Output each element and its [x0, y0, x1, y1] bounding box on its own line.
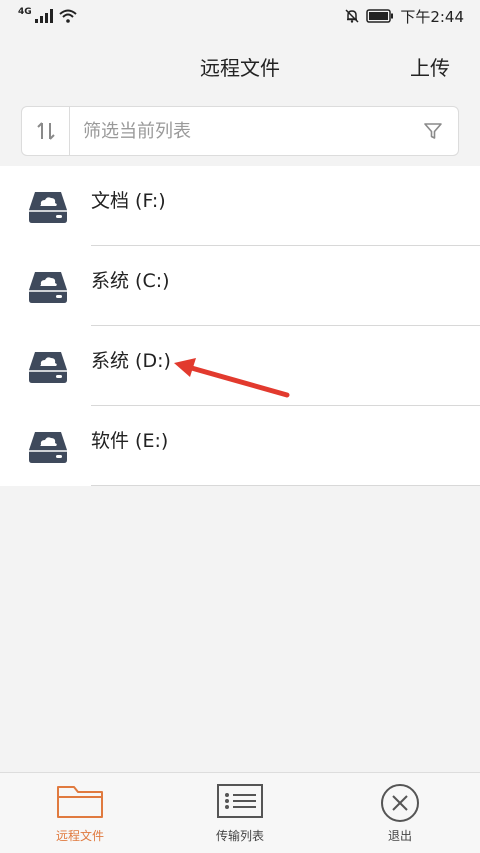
drive-icon [29, 352, 67, 383]
filter-box [21, 106, 459, 156]
status-bar: 4G 下午2:44 [0, 0, 480, 32]
sort-icon [36, 122, 55, 140]
list-icon [217, 784, 263, 818]
drive-item[interactable]: 文档 (F:) [0, 166, 480, 246]
tab-label: 传输列表 [215, 829, 264, 843]
drive-icon [29, 192, 67, 223]
drive-list: 文档 (F:) 系统 (C:) 系统 (D:) 软件 (E:) [0, 166, 480, 486]
status-right: 下午2:44 [344, 6, 464, 27]
clock: 下午2:44 [400, 7, 464, 26]
annotation-arrow-icon [174, 358, 290, 398]
drive-icon [29, 432, 67, 463]
drive-icon [29, 272, 67, 303]
bell-off-icon [345, 9, 359, 23]
page-title: 远程文件 [200, 56, 280, 80]
folder-icon [57, 786, 103, 818]
network-label: 4G [18, 7, 32, 17]
header: 远程文件 上传 [0, 32, 480, 100]
drive-label: 系统 (D:) [91, 350, 171, 372]
divider [91, 485, 480, 486]
tab-label: 远程文件 [55, 829, 104, 843]
tab-transfer-list[interactable]: 传输列表 [180, 773, 300, 853]
tab-remote-files[interactable]: 远程文件 [20, 773, 140, 853]
tab-bar: 远程文件 传输列表 退出 [0, 772, 480, 853]
drive-label: 系统 (C:) [91, 270, 170, 292]
drive-item[interactable]: 软件 (E:) [0, 406, 480, 486]
tab-label: 退出 [387, 829, 412, 843]
wifi-icon [58, 9, 77, 23]
signal-icon [34, 9, 53, 23]
filter-input[interactable] [70, 106, 408, 156]
filter-button[interactable] [408, 121, 458, 141]
drive-label: 文档 (F:) [91, 190, 166, 212]
drive-label: 软件 (E:) [91, 430, 169, 452]
funnel-icon [424, 123, 442, 139]
tab-exit[interactable]: 退出 [340, 773, 460, 853]
upload-button[interactable]: 上传 [410, 52, 450, 81]
battery-icon [366, 9, 394, 23]
drive-item[interactable]: 系统 (C:) [0, 246, 480, 326]
status-left: 4G [18, 7, 77, 23]
close-circle-icon [381, 784, 419, 822]
sort-button[interactable] [22, 107, 70, 155]
